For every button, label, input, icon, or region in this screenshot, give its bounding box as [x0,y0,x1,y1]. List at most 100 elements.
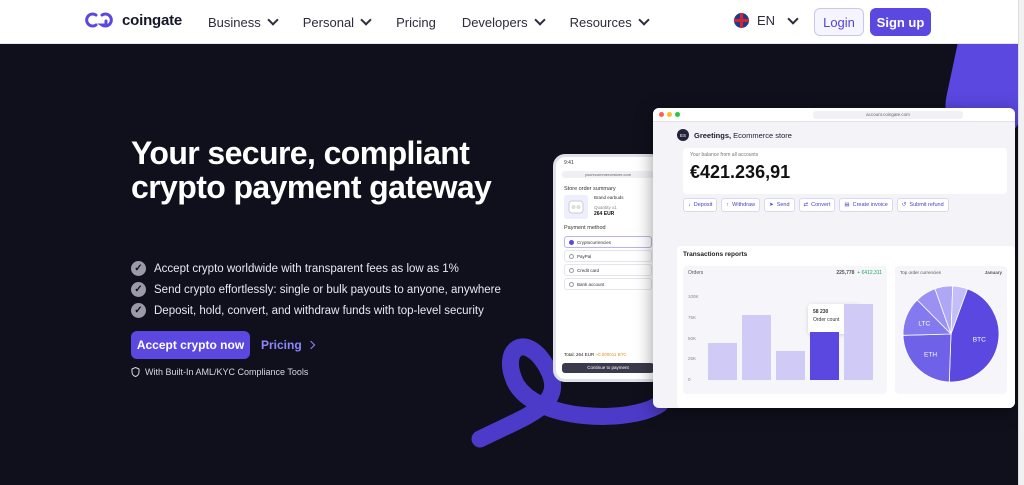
login-button[interactable]: Login [814,8,864,36]
compliance-text: With Built-In AML/KYC Compliance Tools [145,367,309,377]
nav-label: Resources [569,14,632,30]
order-summary-title: Store order summary [564,186,616,192]
method-label: PayPal [577,253,592,259]
orders-bar[interactable] [742,315,771,380]
method-crypto[interactable]: Cryptocurrencies [564,236,652,248]
nav-personal[interactable]: Personal [302,14,372,30]
nav-resources[interactable]: Resources [569,14,650,30]
orders-header: Orders 225,778 + €412,311 [683,266,887,280]
radio-icon [569,281,574,287]
pricing-link[interactable]: Pricing [261,338,315,352]
total-btc: ≈0.000011 BTC [595,352,627,357]
feature-item: ✓ Deposit, hold, convert, and withdraw fu… [131,300,501,321]
earbuds-icon [568,200,584,214]
chevron-down-icon [787,12,799,25]
y-tick-label: 0 [688,377,691,382]
convert-button[interactable]: ⇄ Convert [798,198,836,212]
arrow-up-icon: ↑ [726,202,730,208]
chevron-right-icon [306,340,315,350]
nav-label: Personal [302,14,355,30]
action-label: Withdraw [732,202,756,208]
y-tick-label: 100K [688,294,699,299]
balance-amount: €421.236,91 [690,162,791,182]
chevron-down-icon [360,14,372,26]
radio-icon [569,267,574,273]
month-label: January [984,270,1002,275]
pie-label: ETH [924,351,937,358]
greeting: ES Greetings, Ecommerce store [653,122,1015,148]
phone-url: yourecommercestore.com [562,171,654,178]
nav-pricing[interactable]: Pricing [396,15,436,30]
product-quantity: Quantity x1 [594,205,617,210]
currencies-label: Top order currencies [900,270,942,275]
deposit-button[interactable]: ↓ Deposit [683,198,718,212]
action-label: Submit refund [909,202,944,208]
greeting-store: Ecommerce store [731,130,792,140]
method-card[interactable]: Credit card [564,264,652,276]
product-price: 264 EUR [594,211,615,217]
product-row: Brand earbuds Quantity x1 264 EUR [556,195,660,219]
withdraw-button[interactable]: ↑ Withdraw [721,198,761,212]
orders-bar[interactable] [708,343,737,380]
main-nav: Business Personal Pricing Developers Res… [208,0,674,44]
total-eur: Total: 264 EUR [564,352,595,357]
method-label: Bank account [577,281,605,287]
orders-total: 225,778 [836,270,855,276]
submit-refund-button[interactable]: ↺ Submit refund [896,198,949,212]
browser-bar: account.coingate.com [653,108,1015,122]
accept-crypto-button[interactable]: Accept crypto now [131,331,250,359]
orders-bar[interactable] [776,351,805,380]
arrow-down-icon: ↓ [688,202,691,208]
logo-text: coingate [122,11,183,29]
method-paypal[interactable]: PayPal [564,250,652,262]
pie-label: LTC [918,320,930,327]
method-bank[interactable]: Bank account [564,278,652,290]
action-label: Convert [811,202,831,208]
feature-text: Accept crypto worldwide with transparent… [154,262,459,275]
transactions-title: Transactions reports [683,251,748,258]
orders-bar[interactable] [810,332,839,380]
orders-label: Orders [688,270,704,276]
check-icon: ✓ [131,282,146,297]
chevron-down-icon [533,14,546,26]
hero-section: Your secure, compliant crypto payment ga… [0,44,1018,485]
nav-developers[interactable]: Developers [462,14,546,30]
refund-icon: ↺ [901,202,907,208]
orders-bar[interactable] [844,304,873,380]
product-name: Brand earbuds [594,195,624,200]
orders-change: + €412,311 [857,270,882,276]
language-selector[interactable]: EN [734,12,799,28]
nav-label: Business [208,14,261,30]
earbuds-image [564,195,588,219]
minimize-dot-icon [667,112,672,117]
send-button[interactable]: ➤ Send [764,198,795,212]
tooltip-label: Order count [813,317,840,323]
continue-payment-button[interactable]: Continue to payment [562,363,654,373]
balance-card: Your balance from all accounts €421.236,… [683,148,1007,194]
language-label: EN [757,13,776,28]
pie-label: BTC [973,337,986,344]
logo[interactable]: coingate [84,11,182,29]
greeting-bold: Greetings, [694,130,732,140]
phone-mockup: 9:41 yourecommercestore.com Store order … [553,154,663,382]
compliance-note: With Built-In AML/KYC Compliance Tools [131,367,308,377]
hero-title: Your secure, compliant crypto payment ga… [131,135,492,205]
feature-text: Deposit, hold, convert, and withdraw fun… [154,304,484,317]
create-invoice-button[interactable]: ▤ Create invoice [839,198,893,212]
radio-icon [569,239,574,245]
y-tick-label: 50K [688,335,697,341]
radio-icon [569,253,574,259]
feature-item: ✓ Accept crypto worldwide with transparen… [131,258,501,279]
pie-svg: BTC ETH LTC [902,285,1000,383]
signup-button[interactable]: Sign up [870,8,931,36]
nav-business[interactable]: Business [208,14,279,30]
shield-icon [131,367,140,377]
nav-label: Pricing [396,14,436,30]
orders-chart: Orders 225,778 + €412,311 58 230 Order c… [683,266,887,394]
coingate-logo-icon [85,12,113,28]
dashboard-url: account.coingate.com [813,111,963,119]
page-scrollbar[interactable] [1018,0,1024,485]
currencies-chart: Top order currencies January BTC ETH LTC [895,266,1007,394]
method-label: Credit card [577,267,600,273]
check-icon: ✓ [131,303,146,318]
